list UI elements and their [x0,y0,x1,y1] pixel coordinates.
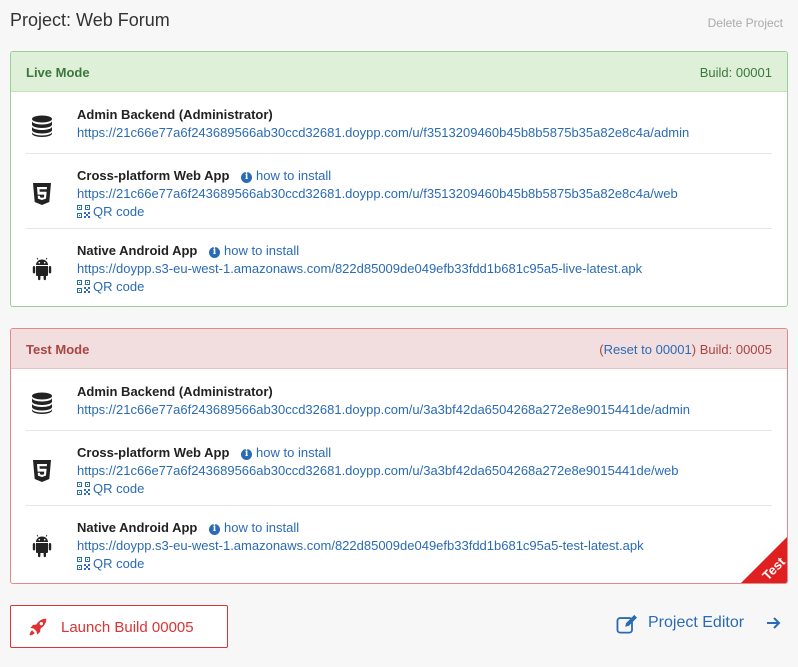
live-mode-header: Live Mode Build: 00001 [11,52,787,92]
how-to-install-link[interactable]: i how to install [241,168,331,183]
test-build-info: (Reset to 00001) Build: 00005 [599,342,772,357]
live-build-number: Build: 00001 [699,65,772,80]
test-android-row: Native Android App i how to install https… [26,506,772,581]
row-title: Native Android App [77,243,198,258]
test-build-number: Build: 00005 [699,342,772,357]
delete-project-link[interactable]: Delete Project [708,16,783,30]
android-icon [32,534,52,558]
apk-url-link[interactable]: https://doypp.s3-eu-west-1.amazonaws.com… [77,260,772,278]
live-web-row: Cross-platform Web App i how to install h… [26,154,772,229]
row-title: Cross-platform Web App [77,445,230,460]
test-mode-header: Test Mode (Reset to 00001) Build: 00005 [11,329,787,369]
how-to-install-link[interactable]: i how to install [241,445,331,460]
test-mode-panel: Test Mode (Reset to 00001) Build: 00005 … [10,328,788,584]
live-android-row: Native Android App i how to install https… [26,229,772,304]
qr-code-icon [77,280,90,293]
qr-code-icon [77,205,90,218]
test-web-row: Cross-platform Web App i how to install h… [26,431,772,506]
info-icon: i [209,247,220,258]
row-title: Admin Backend (Administrator) [77,384,273,399]
database-icon [32,115,52,137]
qr-code-link[interactable]: QR code [77,555,772,573]
html5-icon [33,183,51,205]
test-admin-row: Admin Backend (Administrator) https://21… [26,370,772,431]
row-title: Admin Backend (Administrator) [77,107,273,122]
info-icon: i [209,524,220,535]
info-icon: i [241,172,253,183]
qr-code-link[interactable]: QR code [77,203,772,221]
android-icon [32,257,52,281]
project-editor-label: Project Editor [648,614,745,631]
live-mode-title: Live Mode [26,65,90,80]
qr-code-link[interactable]: QR code [77,480,772,498]
live-admin-row: Admin Backend (Administrator) https://21… [26,93,772,154]
apk-url-link[interactable]: https://doypp.s3-eu-west-1.amazonaws.com… [77,537,772,555]
project-editor-link[interactable]: Project Editor [616,613,782,635]
test-mode-title: Test Mode [26,342,90,357]
html5-icon [33,460,51,482]
live-mode-panel: Live Mode Build: 00001 Admin Backend (Ad… [10,51,788,307]
qr-code-link[interactable]: QR code [77,278,772,296]
qr-code-icon [77,557,90,570]
launch-build-label: Launch Build 00005 [61,619,194,636]
launch-build-button[interactable]: Launch Build 00005 [10,605,228,648]
admin-url-link[interactable]: https://21c66e77a6f243689566ab30ccd32681… [77,124,772,142]
admin-url-link[interactable]: https://21c66e77a6f243689566ab30ccd32681… [77,401,772,419]
web-app-url-link[interactable]: https://21c66e77a6f243689566ab30ccd32681… [77,185,772,203]
page-header: Project: Web Forum Delete Project [10,10,786,36]
qr-code-icon [77,482,90,495]
rocket-icon [29,618,47,636]
database-icon [32,392,52,414]
how-to-install-link[interactable]: i how to install [209,520,299,535]
row-title: Cross-platform Web App [77,168,230,183]
how-to-install-link[interactable]: i how to install [209,243,299,258]
arrow-right-icon [767,617,781,629]
reset-build-link[interactable]: Reset to 00001 [604,342,692,357]
edit-icon [616,614,637,634]
test-corner-ribbon: Test [741,537,787,583]
web-app-url-link[interactable]: https://21c66e77a6f243689566ab30ccd32681… [77,462,772,480]
info-icon: i [241,449,253,460]
row-title: Native Android App [77,520,198,535]
page-title: Project: Web Forum [10,10,170,30]
